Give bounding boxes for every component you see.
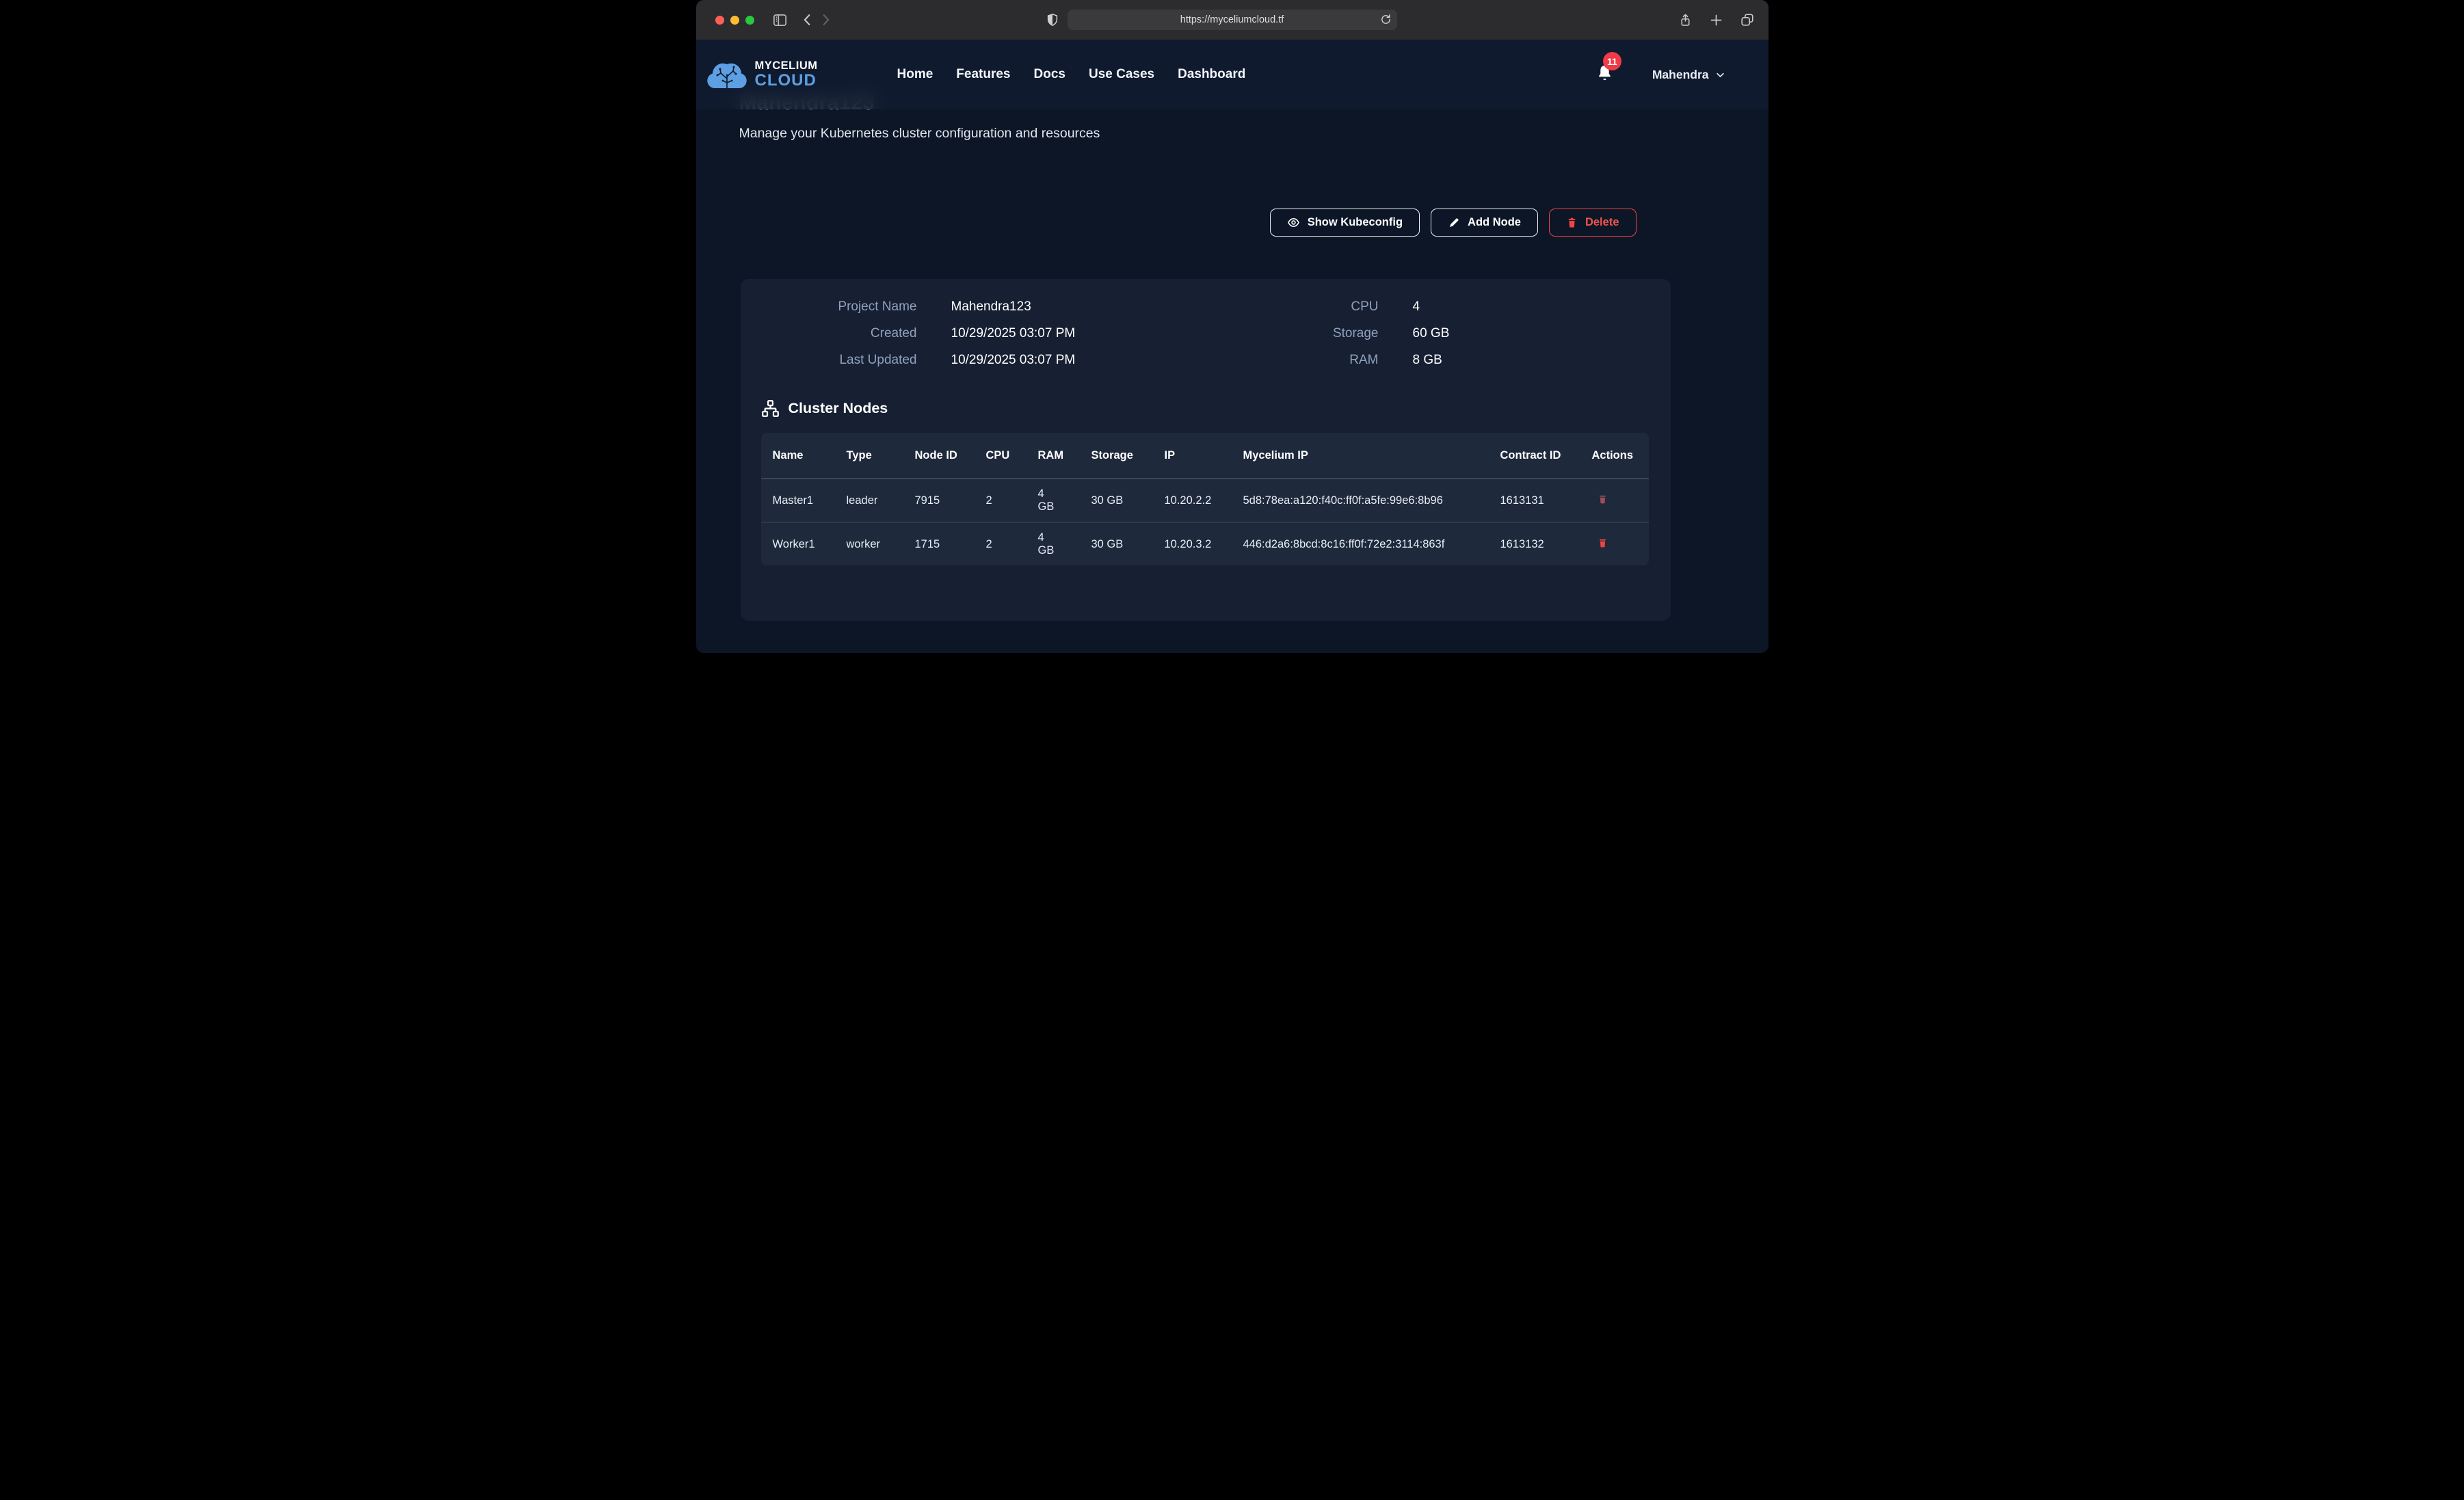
network-icon: [761, 399, 780, 418]
cpu-label: CPU: [1276, 299, 1379, 314]
nav-link-use-cases[interactable]: Use Cases: [1089, 67, 1154, 82]
cluster-nodes-title: Cluster Nodes: [789, 400, 888, 417]
column-header-contract-id: Contract ID: [1489, 433, 1580, 479]
column-header-storage: Storage: [1080, 433, 1153, 479]
page-subtitle: Manage your Kubernetes cluster configura…: [739, 126, 1725, 142]
cluster-actions: Show Kubeconfig Add Node Delete: [696, 209, 1768, 237]
column-header-mycelium-ip: Mycelium IP: [1232, 433, 1489, 479]
node-actions: [1580, 522, 1649, 565]
sidebar-toggle-icon[interactable]: [772, 12, 788, 28]
node-ip: 10.20.3.2: [1153, 522, 1232, 565]
refresh-icon[interactable]: [1380, 13, 1392, 28]
cluster-nodes-heading: Cluster Nodes: [761, 399, 1650, 418]
last-updated-value: 10/29/2025 03:07 PM: [951, 353, 1242, 368]
nav-links: Home Features Docs Use Cases Dashboard: [897, 67, 1246, 82]
zoom-window-button[interactable]: [745, 16, 754, 25]
node-ram: 4 GB: [1026, 522, 1080, 565]
table-row: Master1 leader 7915 2 4 GB 30 GB 10.20.2…: [761, 479, 1649, 522]
node-storage: 30 GB: [1080, 522, 1153, 565]
nav-link-features[interactable]: Features: [956, 67, 1010, 82]
column-header-actions: Actions: [1580, 433, 1649, 479]
node-mycelium-ip: 446:d2a6:8bcd:8c16:ff0f:72e2:3114:863f: [1232, 522, 1489, 565]
nav-link-docs[interactable]: Docs: [1034, 67, 1065, 82]
project-name-label: Project Name: [761, 299, 917, 314]
close-window-button[interactable]: [715, 16, 724, 25]
node-cpu: 2: [975, 522, 1026, 565]
pencil-icon: [1448, 217, 1460, 229]
cluster-details-card: Project Name Mahendra123 CPU 4 Created 1…: [741, 279, 1671, 621]
project-name-value: Mahendra123: [951, 299, 1242, 314]
trash-icon: [1598, 537, 1608, 549]
trash-icon: [1566, 216, 1578, 229]
brand-name-top: MYCELIUM: [755, 60, 818, 72]
url-text: https://myceliumcloud.tf: [1180, 14, 1284, 25]
chevron-down-icon: [1715, 70, 1725, 80]
browser-chrome: https://myceliumcloud.tf: [696, 0, 1768, 40]
delete-node-button[interactable]: [1592, 537, 1608, 551]
node-contract-id: 1613131: [1489, 479, 1580, 522]
back-icon[interactable]: [800, 12, 815, 27]
node-type: leader: [835, 479, 903, 522]
table-row: Worker1 worker 1715 2 4 GB 30 GB 10.20.3…: [761, 522, 1649, 565]
show-kubeconfig-button[interactable]: Show Kubeconfig: [1270, 209, 1420, 237]
minimize-window-button[interactable]: [730, 16, 739, 25]
node-type: worker: [835, 522, 903, 565]
last-updated-label: Last Updated: [761, 353, 917, 368]
storage-label: Storage: [1276, 326, 1379, 341]
column-header-name: Name: [761, 433, 835, 479]
brand-logo[interactable]: MYCELIUM CLOUD: [704, 55, 818, 94]
delete-node-button[interactable]: [1592, 493, 1608, 507]
add-node-button[interactable]: Add Node: [1431, 209, 1538, 237]
column-header-ram: RAM: [1026, 433, 1080, 479]
cluster-info-grid: Project Name Mahendra123 CPU 4 Created 1…: [761, 299, 1650, 368]
storage-value: 60 GB: [1413, 326, 1649, 341]
brand-name-bottom: CLOUD: [755, 72, 818, 89]
user-name: Mahendra: [1652, 68, 1709, 82]
cpu-value: 4: [1413, 299, 1649, 314]
browser-window: https://myceliumcloud.tf: [696, 0, 1768, 653]
delete-label: Delete: [1585, 216, 1619, 229]
user-menu[interactable]: Mahendra: [1652, 68, 1725, 82]
node-actions: [1580, 479, 1649, 522]
mycelium-cloud-logo-icon: [704, 55, 750, 94]
notification-badge: 11: [1603, 52, 1621, 70]
traffic-lights: [715, 16, 754, 25]
node-id: 7915: [903, 479, 975, 522]
share-icon[interactable]: [1678, 12, 1693, 28]
created-label: Created: [761, 326, 917, 341]
site-navbar: MYCELIUM CLOUD Home Features Docs Use Ca…: [696, 40, 1768, 109]
brand-text: MYCELIUM CLOUD: [755, 60, 818, 90]
eye-icon: [1287, 216, 1300, 229]
created-value: 10/29/2025 03:07 PM: [951, 326, 1242, 341]
table-header-row: Name Type Node ID CPU RAM Storage IP Myc…: [761, 433, 1649, 479]
add-node-label: Add Node: [1468, 216, 1521, 229]
show-kubeconfig-label: Show Kubeconfig: [1308, 216, 1403, 229]
new-tab-icon[interactable]: [1709, 13, 1723, 27]
ram-value: 8 GB: [1413, 353, 1649, 368]
address-bar[interactable]: https://myceliumcloud.tf: [1068, 10, 1397, 30]
node-name: Worker1: [761, 522, 835, 565]
node-id: 1715: [903, 522, 975, 565]
privacy-shield-icon[interactable]: [1045, 12, 1060, 31]
column-header-node-id: Node ID: [903, 433, 975, 479]
column-header-cpu: CPU: [975, 433, 1026, 479]
node-contract-id: 1613132: [1489, 522, 1580, 565]
node-storage: 30 GB: [1080, 479, 1153, 522]
node-name: Master1: [761, 479, 835, 522]
node-cpu: 2: [975, 479, 1026, 522]
delete-cluster-button[interactable]: Delete: [1549, 209, 1637, 237]
node-ram: 4 GB: [1026, 479, 1080, 522]
node-ip: 10.20.2.2: [1153, 479, 1232, 522]
column-header-type: Type: [835, 433, 903, 479]
cluster-nodes-table: Name Type Node ID CPU RAM Storage IP Myc…: [761, 433, 1649, 565]
ram-label: RAM: [1276, 353, 1379, 368]
column-header-ip: IP: [1153, 433, 1232, 479]
tab-overview-icon[interactable]: [1740, 12, 1755, 27]
notifications-button[interactable]: 11: [1595, 63, 1614, 86]
node-mycelium-ip: 5d8:78ea:a120:f40c:ff0f:a5fe:99e6:8b96: [1232, 479, 1489, 522]
forward-icon[interactable]: [818, 12, 833, 27]
trash-icon: [1598, 493, 1608, 505]
nav-link-home[interactable]: Home: [897, 67, 933, 82]
nav-link-dashboard[interactable]: Dashboard: [1178, 67, 1245, 82]
